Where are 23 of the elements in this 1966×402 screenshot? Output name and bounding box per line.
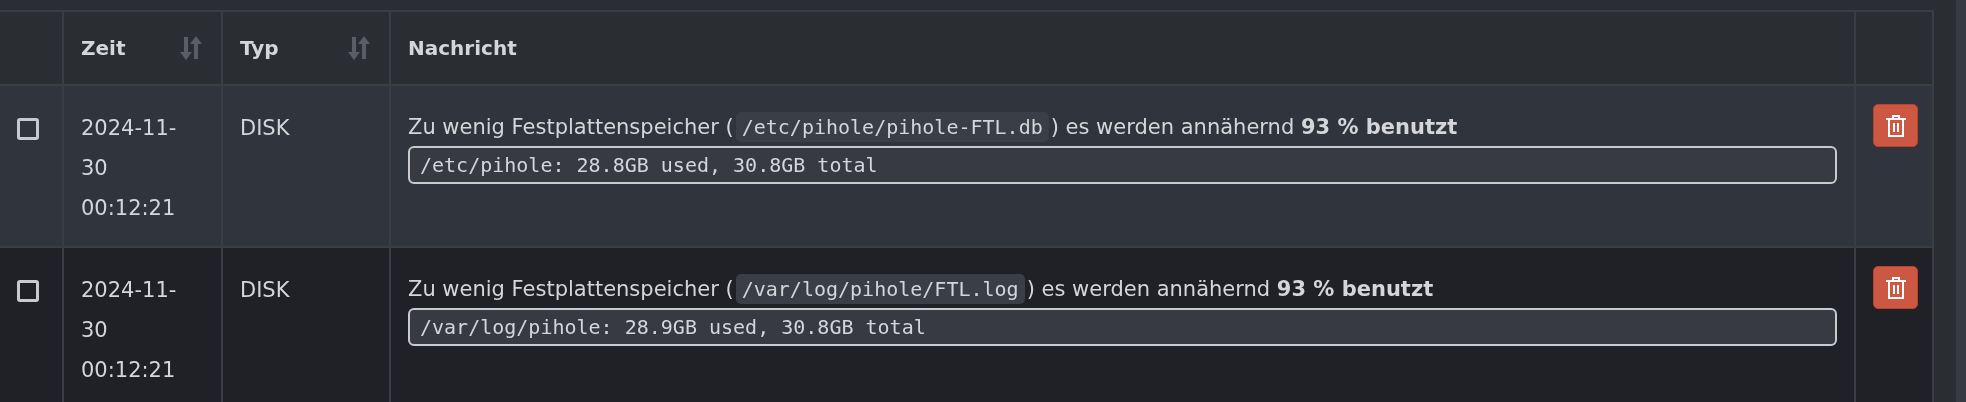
- type-text: DISK: [240, 278, 290, 302]
- log-message: Zu wenig Festplattenspeicher ( /var/log/pihole/FTL.log ) es werden annähernd 93 % benutzt: [408, 270, 1837, 308]
- detail-text: /etc/pihole: 28.8GB used, 30.8GB total: [408, 146, 1837, 184]
- delete-button[interactable]: [1873, 104, 1918, 147]
- column-header[interactable]: Zeit: [81, 36, 126, 60]
- time-text: 00:12:21: [81, 357, 177, 384]
- time-text: 30: [81, 317, 109, 344]
- time-text: 2024-11-: [81, 115, 178, 142]
- checkbox[interactable]: [17, 280, 39, 302]
- time-text: 2024-11-: [81, 277, 178, 304]
- trash-icon: [1884, 275, 1907, 300]
- type-text: DISK: [240, 116, 290, 140]
- file-path: /var/log/pihole/FTL.log: [735, 274, 1025, 304]
- trash-icon: [1884, 113, 1907, 138]
- log-message: Zu wenig Festplattenspeicher ( /etc/pihole/pihole-FTL.db ) es werden annähernd 93 % benutzt: [408, 108, 1837, 146]
- column-header[interactable]: Typ: [240, 36, 279, 60]
- time-text: 00:12:21: [81, 195, 177, 222]
- file-path: /etc/pihole/pihole-FTL.db: [735, 112, 1049, 142]
- column-header[interactable]: Nachricht: [408, 36, 517, 60]
- checkbox[interactable]: [17, 118, 39, 140]
- delete-button[interactable]: [1873, 266, 1918, 309]
- detail-text: /var/log/pihole: 28.9GB used, 30.8GB total: [408, 308, 1837, 346]
- time-text: 30: [81, 155, 109, 182]
